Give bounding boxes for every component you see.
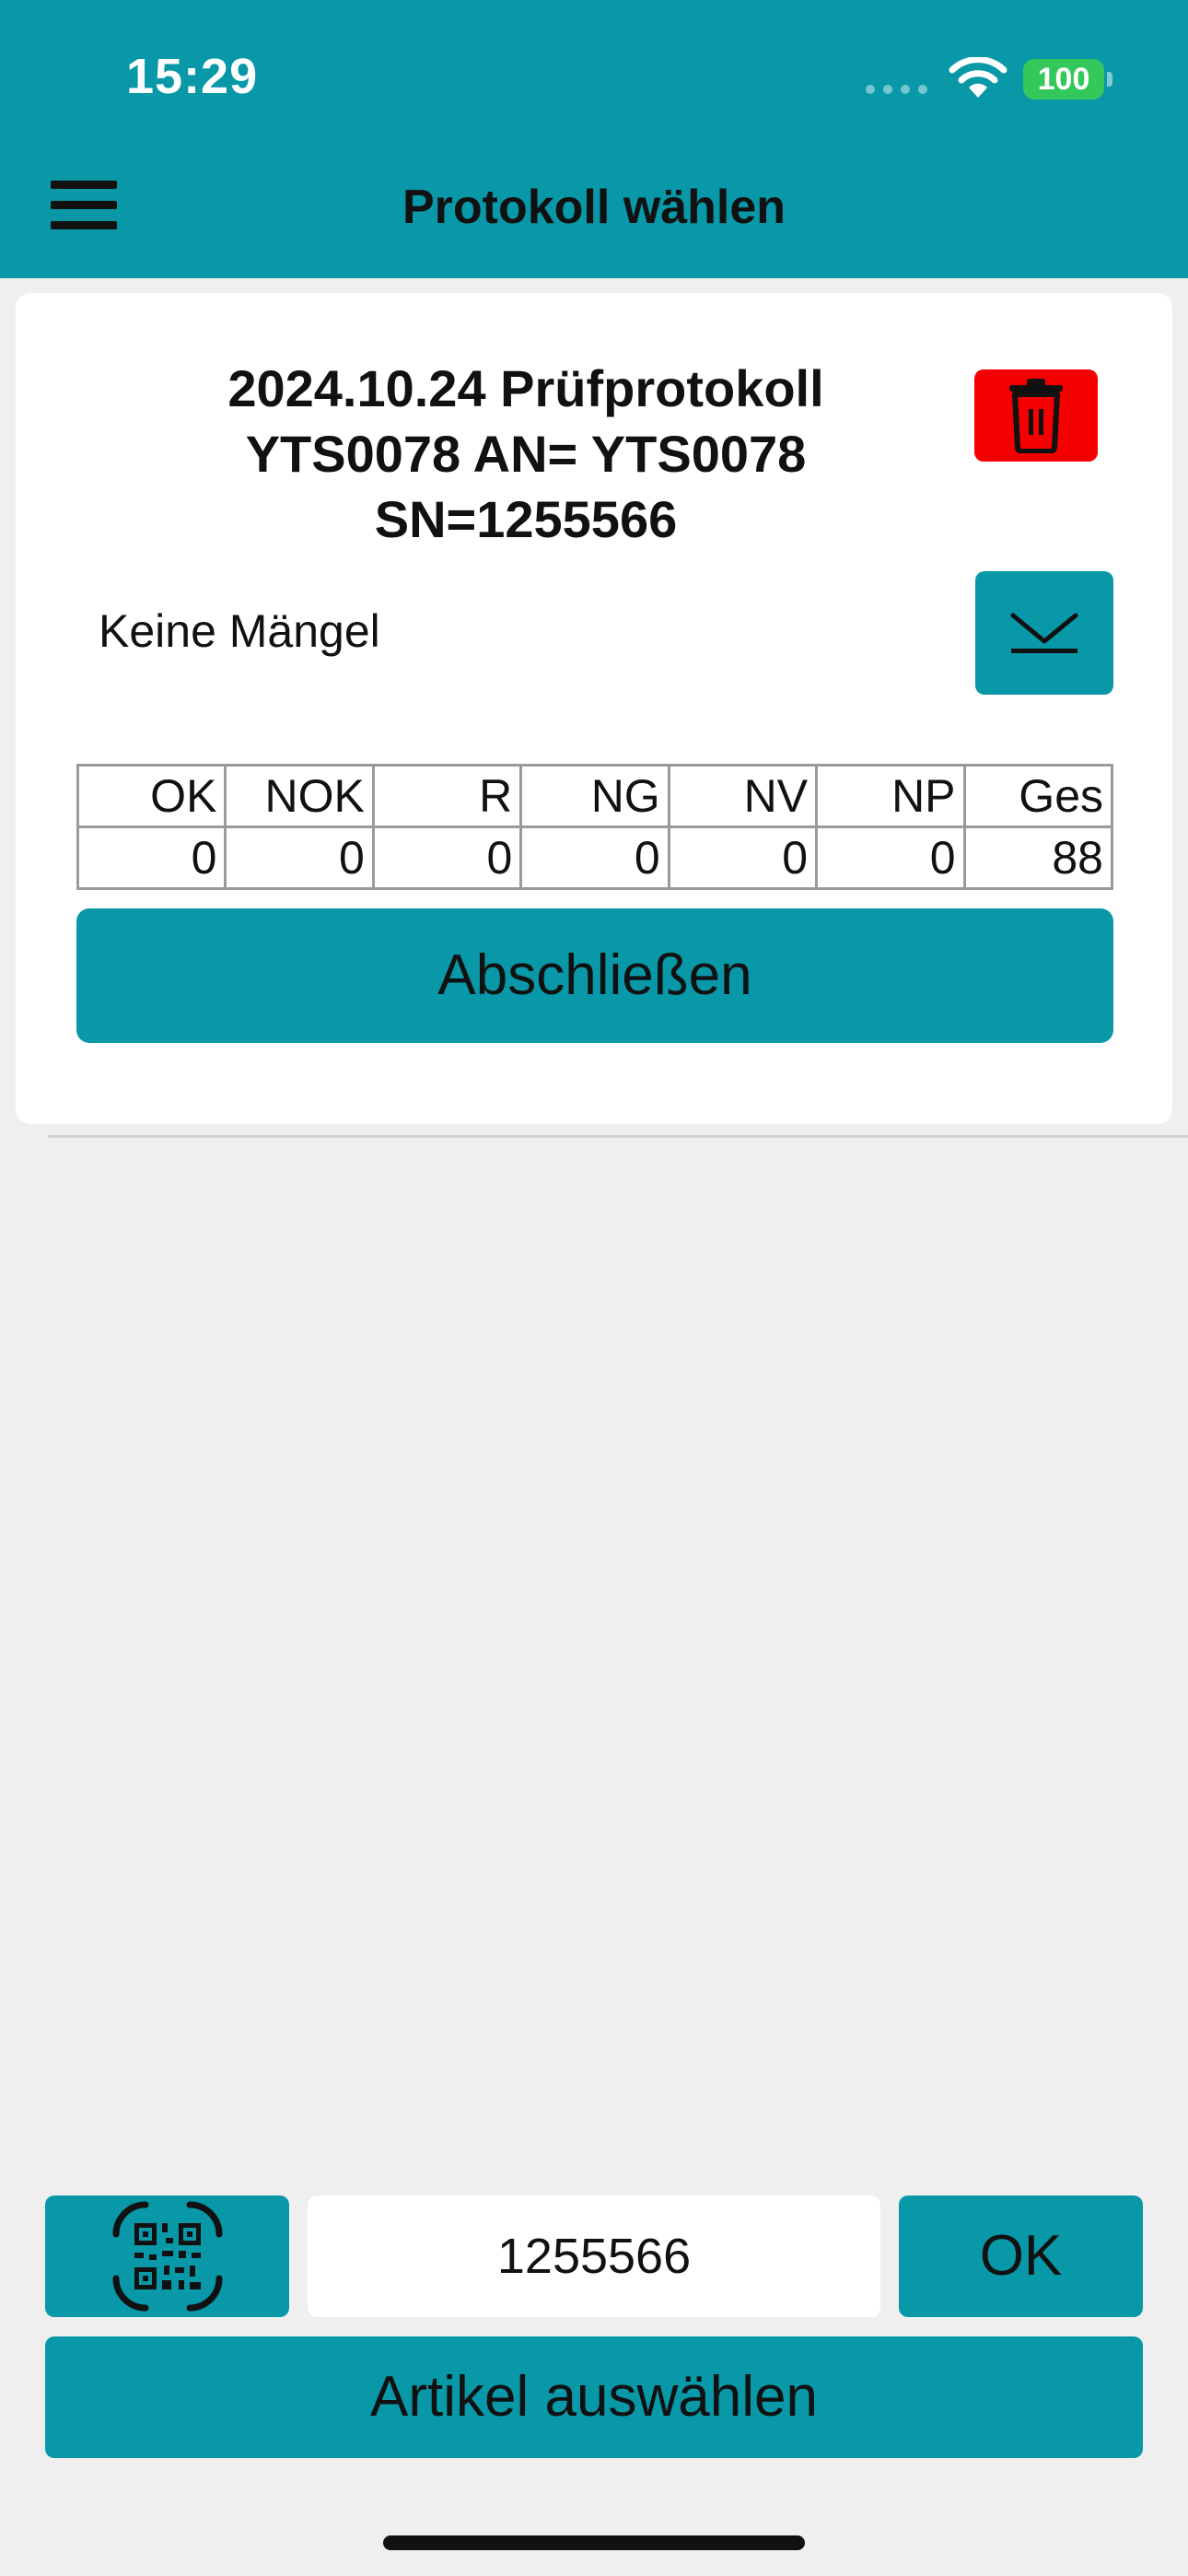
- wifi-icon: [949, 57, 1007, 98]
- stats-value-nv: 0: [667, 825, 819, 890]
- ok-button[interactable]: OK: [899, 2195, 1143, 2317]
- stats-value-ok: 0: [76, 825, 227, 890]
- list-divider: [48, 1135, 1188, 1138]
- battery-tip: [1107, 72, 1112, 87]
- stats-value-np: 0: [815, 825, 966, 890]
- qr-scan-button[interactable]: [45, 2195, 289, 2317]
- protocol-title-line: SN=1255566: [374, 490, 678, 548]
- qr-scan-icon: [112, 2201, 222, 2312]
- protocol-title: 2024.10.24 Prüfprotokoll YTS0078 AN= YTS…: [89, 356, 962, 552]
- stats-value-nok: 0: [224, 825, 375, 890]
- stats-header-ng: NG: [519, 764, 670, 828]
- stats-header-row: OK NOK R NG NV NP Ges: [76, 764, 1114, 828]
- battery-indicator: 100: [1023, 59, 1104, 100]
- finish-button[interactable]: Abschließen: [76, 908, 1113, 1043]
- stats-header-r: R: [371, 764, 523, 828]
- serial-number-input[interactable]: [308, 2195, 880, 2317]
- protocol-title-line: YTS0078 AN= YTS0078: [245, 425, 807, 483]
- stats-header-np: NP: [815, 764, 966, 828]
- stats-table: OK NOK R NG NV NP Ges 0 0 0 0 0 0 88: [76, 764, 1114, 890]
- app-header: 15:29 100 Protokoll wählen: [0, 0, 1188, 278]
- protocol-card: 2024.10.24 Prüfprotokoll YTS0078 AN= YTS…: [16, 293, 1172, 1124]
- expand-button[interactable]: [975, 571, 1113, 695]
- select-article-button[interactable]: Artikel auswählen: [45, 2336, 1143, 2458]
- stats-header-ges: Ges: [962, 764, 1114, 828]
- page-title: Protokoll wählen: [402, 181, 786, 234]
- stats-value-row: 0 0 0 0 0 0 88: [76, 825, 1114, 890]
- stats-header-ok: OK: [76, 764, 227, 828]
- stats-value-ng: 0: [519, 825, 670, 890]
- trash-icon: [1009, 379, 1063, 453]
- cellular-signal-icon: [866, 85, 927, 94]
- chevron-down-icon: [1010, 613, 1078, 653]
- stats-value-r: 0: [371, 825, 523, 890]
- defects-status: Keine Mängel: [99, 605, 380, 657]
- delete-button[interactable]: [974, 369, 1098, 462]
- stats-header-nv: NV: [667, 764, 819, 828]
- status-time: 15:29: [126, 49, 259, 104]
- protocol-title-line: 2024.10.24 Prüfprotokoll: [227, 359, 824, 417]
- home-indicator: [383, 2535, 805, 2550]
- stats-value-ges: 88: [962, 825, 1114, 890]
- stats-header-nok: NOK: [224, 764, 375, 828]
